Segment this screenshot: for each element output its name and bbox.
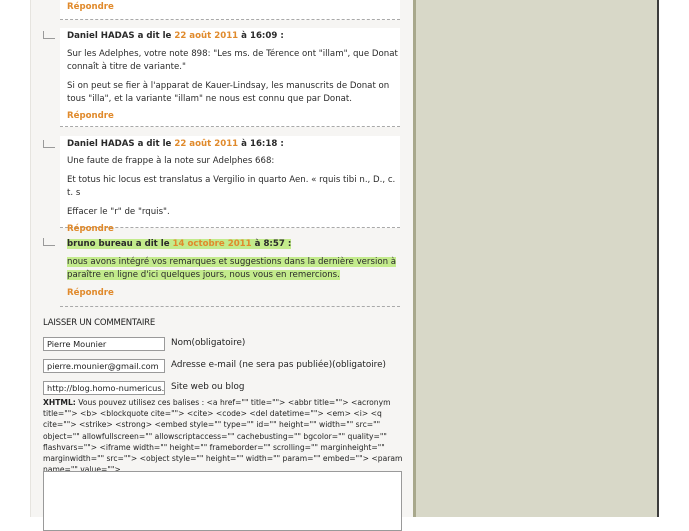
name-input[interactable]: Pierre Mounier: [43, 337, 165, 351]
highlighted-comment-text: nous avons intégré vos remarques et sugg…: [67, 257, 397, 280]
comment-author: Daniel HADAS: [67, 31, 135, 41]
comment-paragraph: Si on peut se fier à l'apparat de Kauer-…: [67, 81, 390, 104]
reply-link[interactable]: Répondre: [67, 2, 400, 12]
comment-time: 8:57 :: [263, 239, 292, 249]
comment-paragraph: Sur les Adelphes, votre note 898: "Les m…: [67, 49, 398, 72]
comment-date-link[interactable]: 22 août 2011: [174, 139, 238, 149]
sidebar-panel: [413, 0, 659, 517]
comment-paragraph: Et totus hic locus est translatus a Verg…: [67, 175, 396, 198]
comment-author: Daniel HADAS: [67, 139, 135, 149]
thread-connector: [43, 31, 55, 39]
reply-link[interactable]: Répondre: [67, 224, 400, 234]
reply-link[interactable]: Répondre: [67, 111, 400, 121]
comment-meta: Daniel HADAS a dit le 22 août 2011 à 16:…: [67, 139, 284, 149]
comment-time: 16:09 :: [249, 31, 284, 41]
comment-item: Daniel HADAS a dit le 22 août 2011 à 16:…: [60, 28, 400, 127]
leave-comment-heading: LAISSER UN COMMENTAIRE: [43, 318, 156, 328]
comment-item: Daniel HADAS a dit le 22 août 2011 à 16:…: [60, 136, 400, 234]
comment-date-link[interactable]: 14 octobre 2011: [173, 239, 252, 249]
xhtml-prefix: XHTML:: [43, 398, 76, 407]
thread-connector: [43, 238, 55, 246]
comment-author: bruno bureau: [67, 239, 133, 249]
email-label: Adresse e-mail (ne sera pas publiée)(obl…: [171, 360, 386, 370]
allowed-tags-text: Vous pouvez utilisez ces balises : <a hr…: [43, 398, 403, 475]
comment-meta: Daniel HADAS a dit le 22 août 2011 à 16:…: [67, 31, 284, 41]
allowed-tags-note: XHTML: Vous pouvez utilisez ces balises …: [43, 397, 405, 475]
website-input[interactable]: http://blog.homo-numericus.ne: [43, 381, 165, 395]
email-input[interactable]: pierre.mounier@gmail.com: [43, 359, 165, 373]
comment-textarea[interactable]: [43, 471, 402, 531]
thread-connector: [43, 140, 55, 148]
comment-time: 16:18 :: [249, 139, 284, 149]
comment-item: bruno bureau a dit le 14 octobre 2011 à …: [60, 237, 400, 307]
comment-paragraph: Une faute de frappe à la note sur Adelph…: [67, 156, 275, 166]
comment-paragraph: Effacer le "r" de "rquis".: [67, 207, 170, 217]
comment-meta: bruno bureau a dit le 14 octobre 2011 à …: [67, 239, 292, 249]
previous-comment-tail: Répondre: [60, 0, 400, 20]
comment-date-link[interactable]: 22 août 2011: [174, 31, 238, 41]
name-label: Nom(obligatoire): [171, 338, 246, 348]
comment-paragraph: nous avons intégré vos remarques et sugg…: [67, 256, 400, 282]
website-label: Site web ou blog: [171, 382, 245, 392]
reply-link[interactable]: Répondre: [67, 288, 400, 298]
